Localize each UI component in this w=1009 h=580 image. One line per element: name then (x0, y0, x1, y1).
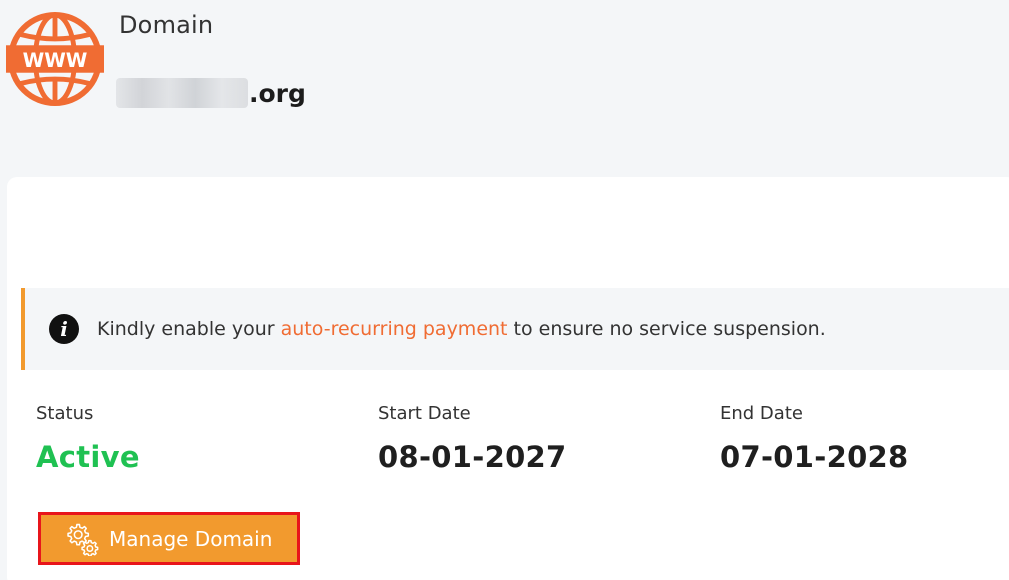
end-date-column: End Date 07-01-2028 (720, 403, 909, 474)
start-date-label: Start Date (378, 403, 471, 424)
redacted-domain-name (116, 78, 248, 108)
gears-icon (67, 523, 99, 556)
end-date-label: End Date (720, 403, 803, 424)
manage-domain-button[interactable]: Manage Domain (38, 512, 300, 565)
domain-name: .org (116, 76, 306, 110)
domain-section-label: Domain (119, 11, 214, 39)
end-date-value: 07-01-2028 (720, 440, 909, 474)
manage-domain-label: Manage Domain (109, 526, 273, 551)
payment-notice: i Kindly enable your auto-recurring paym… (21, 288, 1009, 370)
domain-tld: .org (249, 78, 306, 108)
start-date-value: 08-01-2027 (378, 440, 567, 474)
info-icon: i (49, 314, 79, 344)
domain-details-card: i Kindly enable your auto-recurring paym… (7, 177, 1009, 580)
start-date-column: Start Date 08-01-2027 (378, 403, 567, 474)
globe-www-icon: WWW (6, 11, 104, 107)
status-column: Status Active (36, 403, 140, 474)
status-label: Status (36, 403, 94, 424)
www-icon-text: WWW (23, 49, 88, 72)
notice-text-after: to ensure no service suspension. (507, 318, 826, 340)
auto-recurring-payment-link[interactable]: auto-recurring payment (281, 318, 508, 340)
status-value: Active (36, 440, 140, 474)
notice-message: Kindly enable your auto-recurring paymen… (97, 318, 826, 340)
notice-text-before: Kindly enable your (97, 318, 281, 340)
